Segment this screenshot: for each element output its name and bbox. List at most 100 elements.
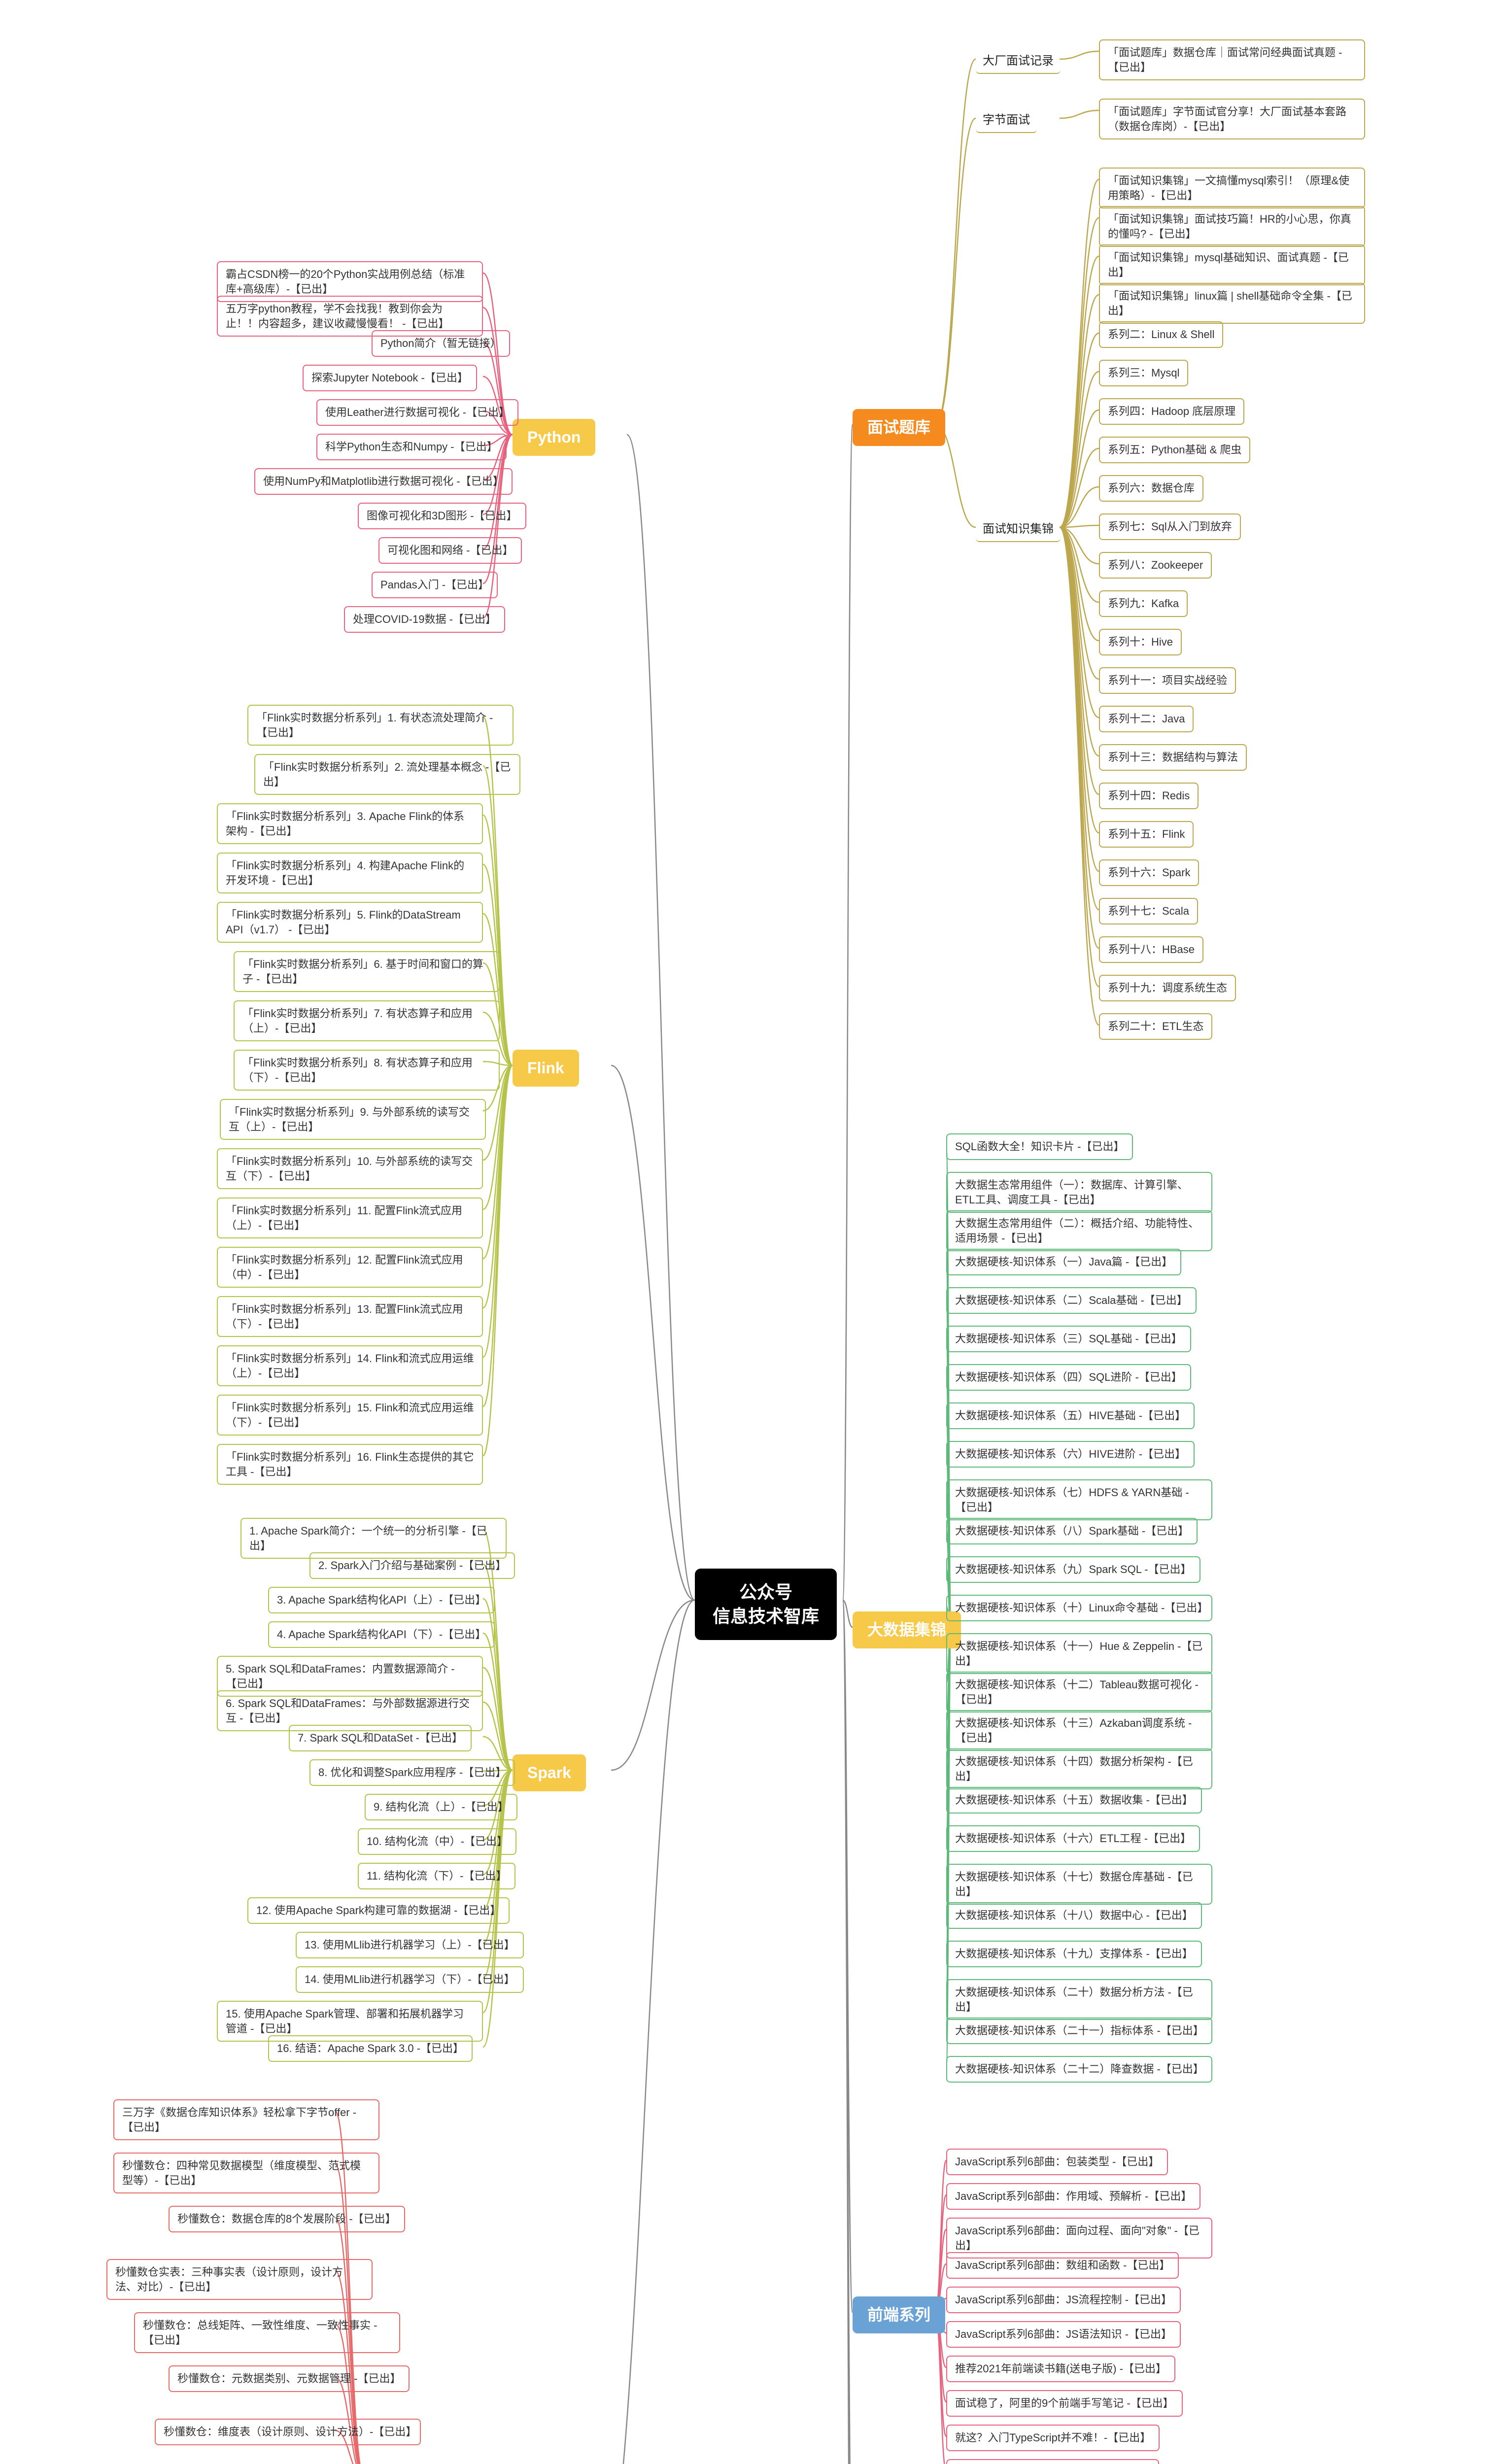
dw-basic-2: 秒懂数仓：数据仓库的8个发展阶段 -【已出】 xyxy=(169,2206,405,2232)
bigdata-leaf-6: 大数据硬核-知识体系（四）SQL进阶 -【已出】 xyxy=(946,1364,1191,1391)
frontend-leaf-4: JavaScript系列6部曲：JS流程控制 -【已出】 xyxy=(946,2287,1181,2313)
spark-leaf-2: 3. Apache Spark结构化API（上）-【已出】 xyxy=(268,1587,495,1613)
category-python[interactable]: Python xyxy=(513,419,595,456)
bigdata-leaf-20: 大数据硬核-知识体系（十八）数据中心 -【已出】 xyxy=(946,1902,1202,1929)
flink-leaf-5: 「Flink实时数据分析系列」6. 基于时间和窗口的算子 -【已出】 xyxy=(234,951,500,992)
int-0-leaf-0: 「面试题库」数据仓库｜面试常问经典面试真题 -【已出】 xyxy=(1099,39,1365,80)
frontend-leaf-8: 就这？入门TypeScript并不难！-【已出】 xyxy=(946,2425,1160,2451)
spark-leaf-1: 2. Spark入门介绍与基础案例 -【已出】 xyxy=(309,1552,515,1579)
flink-leaf-13: 「Flink实时数据分析系列」14. Flink和流式应用运维（上）-【已出】 xyxy=(217,1345,483,1386)
bigdata-leaf-15: 大数据硬核-知识体系（十三）Azkaban调度系统 -【已出】 xyxy=(946,1710,1212,1751)
int-2-leaf-22: 系列二十：ETL生态 xyxy=(1099,1013,1212,1040)
int-2-leaf-8: 系列六：数据仓库 xyxy=(1099,475,1203,502)
category-spark[interactable]: Spark xyxy=(513,1754,586,1791)
int-2-leaf-18: 系列十六：Spark xyxy=(1099,859,1199,886)
category-frontend[interactable]: 前端系列 xyxy=(853,2296,945,2333)
bigdata-leaf-2: 大数据生态常用组件（二）：概括介绍、功能特性、适用场景 -【已出】 xyxy=(946,1210,1212,1251)
flink-leaf-15: 「Flink实时数据分析系列」16. Flink生态提供的其它工具 -【已出】 xyxy=(217,1444,483,1485)
root-node: 公众号 信息技术智库 xyxy=(695,1569,837,1640)
bigdata-leaf-7: 大数据硬核-知识体系（五）HIVE基础 -【已出】 xyxy=(946,1403,1195,1429)
category-bigdata[interactable]: 大数据集锦 xyxy=(853,1611,961,1648)
bigdata-leaf-11: 大数据硬核-知识体系（九）Spark SQL -【已出】 xyxy=(946,1556,1200,1583)
flink-leaf-7: 「Flink实时数据分析系列」8. 有状态算子和应用（下）-【已出】 xyxy=(234,1050,500,1091)
bigdata-leaf-5: 大数据硬核-知识体系（三）SQL基础 -【已出】 xyxy=(946,1326,1191,1352)
flink-leaf-4: 「Flink实时数据分析系列」5. Flink的DataStream API（v… xyxy=(217,902,483,943)
frontend-leaf-7: 面试稳了，阿里的9个前端手写笔记 -【已出】 xyxy=(946,2390,1183,2417)
int-2-leaf-15: 系列十三：数据结构与算法 xyxy=(1099,744,1247,771)
int-2-leaf-17: 系列十五：Flink xyxy=(1099,821,1194,848)
python-leaf-10: 处理COVID-19数据 -【已出】 xyxy=(344,606,505,633)
int-2-leaf-19: 系列十七：Scala xyxy=(1099,898,1198,924)
int-2-leaf-3: 「面试知识集锦」linux篇 | shell基础命令全集 -【已出】 xyxy=(1099,283,1365,324)
frontend-leaf-3: JavaScript系列6部曲：数组和函数 -【已出】 xyxy=(946,2252,1179,2279)
flink-leaf-10: 「Flink实时数据分析系列」11. 配置Flink流式应用（上）-【已出】 xyxy=(217,1198,483,1238)
int-2-leaf-13: 系列十一：项目实战经验 xyxy=(1099,667,1236,694)
int-2-leaf-14: 系列十二：Java xyxy=(1099,706,1194,732)
bigdata-leaf-16: 大数据硬核-知识体系（十四）数据分析架构 -【已出】 xyxy=(946,1748,1212,1789)
python-leaf-9: Pandas入门 -【已出】 xyxy=(372,572,498,598)
spark-leaf-11: 12. 使用Apache Spark构建可靠的数据湖 -【已出】 xyxy=(247,1897,510,1924)
flink-leaf-8: 「Flink实时数据分析系列」9. 与外部系统的读写交互（上）-【已出】 xyxy=(220,1099,486,1140)
spark-leaf-8: 9. 结构化流（上）-【已出】 xyxy=(365,1794,517,1820)
frontend-leaf-1: JavaScript系列6部曲：作用域、预解析 -【已出】 xyxy=(946,2183,1200,2210)
python-leaf-8: 可视化图和网络 -【已出】 xyxy=(378,537,522,564)
spark-leaf-10: 11. 结构化流（下）-【已出】 xyxy=(358,1863,515,1889)
flink-leaf-1: 「Flink实时数据分析系列」2. 流处理基本概念 -【已出】 xyxy=(254,754,520,795)
int-sub-2: 面试知识集锦 xyxy=(976,517,1061,542)
int-sub-0: 大厂面试记录 xyxy=(976,49,1061,74)
int-1-leaf-0: 「面试题库」字节面试官分享！大厂面试基本套路（数据仓库岗）-【已出】 xyxy=(1099,99,1365,139)
bigdata-leaf-12: 大数据硬核-知识体系（十）Linux命令基础 -【已出】 xyxy=(946,1595,1212,1621)
flink-leaf-6: 「Flink实时数据分析系列」7. 有状态算子和应用（上）-【已出】 xyxy=(234,1000,500,1041)
flink-leaf-0: 「Flink实时数据分析系列」1. 有状态流处理简介 -【已出】 xyxy=(247,705,514,746)
spark-leaf-6: 7. Spark SQL和DataSet -【已出】 xyxy=(289,1725,472,1751)
mindmap-canvas: 公众号 信息技术智库Python霸占CSDN榜一的20个Python实战用例总结… xyxy=(0,0,1508,2464)
bigdata-leaf-23: 大数据硬核-知识体系（二十一）指标体系 -【已出】 xyxy=(946,2018,1212,2044)
int-2-leaf-5: 系列三：Mysql xyxy=(1099,360,1188,386)
dw-basic-4: 秒懂数仓：总线矩阵、一致性维度、一致性事实 -【已出】 xyxy=(134,2312,400,2353)
bigdata-leaf-17: 大数据硬核-知识体系（十五）数据收集 -【已出】 xyxy=(946,1787,1202,1814)
int-2-leaf-11: 系列九：Kafka xyxy=(1099,590,1188,617)
dw-basic-3: 秒懂数仓实表：三种事实表（设计原则，设计方法、对比）-【已出】 xyxy=(106,2259,373,2300)
flink-leaf-11: 「Flink实时数据分析系列」12. 配置Flink流式应用（中）-【已出】 xyxy=(217,1247,483,1288)
spark-leaf-7: 8. 优化和调整Spark应用程序 -【已出】 xyxy=(309,1759,515,1786)
flink-leaf-3: 「Flink实时数据分析系列」4. 构建Apache Flink的开发环境 -【… xyxy=(217,853,483,893)
int-2-leaf-4: 系列二：Linux & Shell xyxy=(1099,321,1223,348)
spark-leaf-3: 4. Apache Spark结构化API（下）-【已出】 xyxy=(268,1621,495,1648)
bigdata-leaf-10: 大数据硬核-知识体系（八）Spark基础 -【已出】 xyxy=(946,1518,1198,1544)
bigdata-leaf-8: 大数据硬核-知识体系（六）HIVE进阶 -【已出】 xyxy=(946,1441,1195,1468)
int-2-leaf-1: 「面试知识集锦」面试技巧篇！HR的小心思，你真的懂吗? -【已出】 xyxy=(1099,206,1365,247)
spark-leaf-9: 10. 结构化流（中）-【已出】 xyxy=(358,1828,516,1855)
int-sub-1: 字节面试 xyxy=(976,108,1037,133)
python-leaf-4: 使用Leather进行数据可视化 -【已出】 xyxy=(316,399,518,426)
dw-basic-5: 秒懂数仓：元数据类别、元数据管理 -【已出】 xyxy=(169,2365,410,2392)
bigdata-leaf-9: 大数据硬核-知识体系（七）HDFS & YARN基础 -【已出】 xyxy=(946,1479,1212,1520)
bigdata-leaf-13: 大数据硬核-知识体系（十一）Hue & Zeppelin -【已出】 xyxy=(946,1633,1212,1674)
bigdata-leaf-19: 大数据硬核-知识体系（十七）数据仓库基础 -【已出】 xyxy=(946,1864,1212,1905)
flink-leaf-12: 「Flink实时数据分析系列」13. 配置Flink流式应用（下）-【已出】 xyxy=(217,1296,483,1337)
frontend-leaf-0: JavaScript系列6部曲：包装类型 -【已出】 xyxy=(946,2149,1168,2175)
bigdata-leaf-0: SQL函数大全！知识卡片 -【已出】 xyxy=(946,1133,1133,1160)
bigdata-leaf-22: 大数据硬核-知识体系（二十）数据分析方法 -【已出】 xyxy=(946,1979,1212,2020)
bigdata-leaf-3: 大数据硬核-知识体系（一）Java篇 -【已出】 xyxy=(946,1249,1181,1275)
bigdata-leaf-18: 大数据硬核-知识体系（十六）ETL工程 -【已出】 xyxy=(946,1825,1200,1852)
bigdata-leaf-14: 大数据硬核-知识体系（十二）Tableau数据可视化 -【已出】 xyxy=(946,1672,1212,1712)
spark-leaf-12: 13. 使用MLlib进行机器学习（上）-【已出】 xyxy=(296,1932,524,1958)
frontend-leaf-5: JavaScript系列6部曲：JS语法知识 -【已出】 xyxy=(946,2321,1181,2348)
int-2-leaf-9: 系列七：Sql从入门到放弃 xyxy=(1099,513,1241,540)
flink-leaf-9: 「Flink实时数据分析系列」10. 与外部系统的读写交互（下）-【已出】 xyxy=(217,1148,483,1189)
frontend-leaf-9: 盘点JavaScript数组常用方法！-【已出】 xyxy=(946,2459,1159,2464)
int-2-leaf-20: 系列十八：HBase xyxy=(1099,936,1203,963)
category-flink[interactable]: Flink xyxy=(513,1050,579,1087)
python-leaf-2: Python简介（暂无链接） xyxy=(372,330,510,357)
flink-leaf-2: 「Flink实时数据分析系列」3. Apache Flink的体系架构 -【已出… xyxy=(217,803,483,844)
category-interview[interactable]: 面试题库 xyxy=(853,409,945,446)
int-2-leaf-10: 系列八：Zookeeper xyxy=(1099,552,1212,579)
bigdata-leaf-21: 大数据硬核-知识体系（十九）支撑体系 -【已出】 xyxy=(946,1941,1202,1967)
python-leaf-5: 科学Python生态和Numpy -【已出】 xyxy=(316,434,507,460)
dw-basic-0: 三万字《数据仓库知识体系》轻松拿下字节offer -【已出】 xyxy=(113,2099,379,2140)
dw-basic-6: 秒懂数仓：维度表（设计原则、设计方法）-【已出】 xyxy=(155,2419,421,2445)
int-2-leaf-0: 「面试知识集锦」一文搞懂mysql索引！（原理&使用策略）-【已出】 xyxy=(1099,168,1365,208)
python-leaf-6: 使用NumPy和Matplotlib进行数据可视化 -【已出】 xyxy=(254,468,513,495)
int-2-leaf-6: 系列四：Hadoop 底层原理 xyxy=(1099,398,1244,425)
int-2-leaf-7: 系列五：Python基础 & 爬虫 xyxy=(1099,437,1250,463)
